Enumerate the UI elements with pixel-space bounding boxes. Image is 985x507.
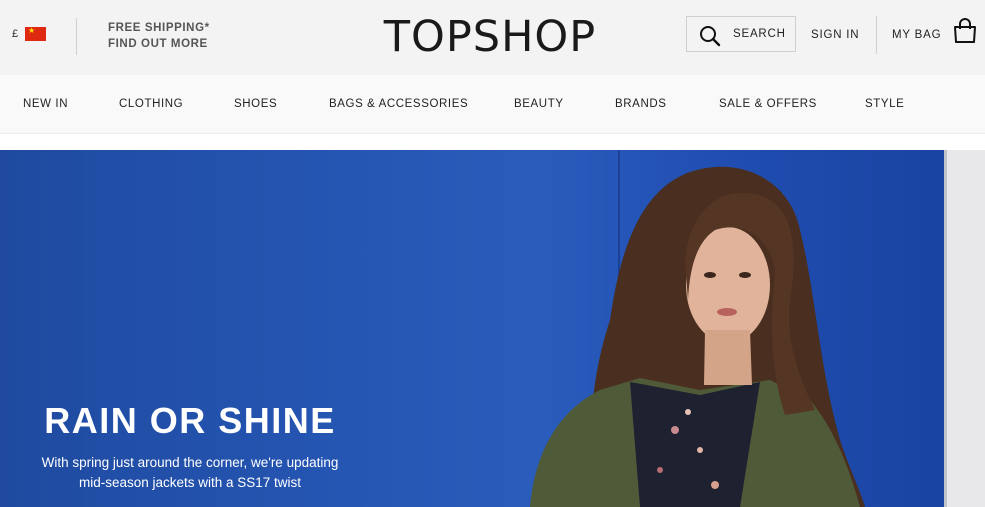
hero-banner[interactable]: RAIN OR SHINE With spring just around th…: [0, 150, 985, 507]
search-button[interactable]: SEARCH: [686, 16, 796, 52]
hero-title: RAIN OR SHINE: [44, 400, 336, 441]
search-label: SEARCH: [733, 28, 786, 40]
nav-item-beauty[interactable]: BEAUTY: [514, 98, 564, 110]
nav-item-style[interactable]: STYLE: [865, 98, 904, 110]
promo-shipping-text: FREE SHIPPING*: [108, 22, 210, 34]
nav-item-bags-accessories[interactable]: BAGS & ACCESSORIES: [329, 98, 468, 110]
main-nav: NEW IN CLOTHING SHOES BAGS & ACCESSORIES…: [0, 75, 985, 134]
my-bag-link[interactable]: MY BAG: [892, 29, 941, 41]
nav-item-shoes[interactable]: SHOES: [234, 98, 277, 110]
currency-symbol[interactable]: £: [12, 28, 18, 40]
shopping-bag-icon[interactable]: [953, 18, 977, 44]
hero-description-line1: With spring just around the corner, we'r…: [41, 455, 339, 470]
header-divider-right: [876, 16, 877, 54]
nav-item-sale-offers[interactable]: SALE & OFFERS: [719, 98, 817, 110]
nav-item-brands[interactable]: BRANDS: [615, 98, 667, 110]
sign-in-link[interactable]: SIGN IN: [811, 29, 859, 41]
hero-description: With spring just around the corner, we'r…: [0, 453, 380, 493]
site-header: £ ★ FREE SHIPPING* FIND OUT MORE TOPSHOP…: [0, 0, 985, 75]
china-flag-icon[interactable]: ★: [25, 27, 46, 41]
nav-spacer: [0, 134, 985, 150]
promo-find-out-more[interactable]: FIND OUT MORE: [108, 36, 210, 52]
search-icon: [700, 26, 721, 47]
nav-item-new-in[interactable]: NEW IN: [23, 98, 68, 110]
site-logo[interactable]: TOPSHOP: [360, 12, 620, 62]
promo-link[interactable]: FREE SHIPPING* FIND OUT MORE: [108, 20, 210, 52]
hero-description-line2: mid-season jackets with a SS17 twist: [78, 475, 302, 490]
nav-item-clothing[interactable]: CLOTHING: [119, 98, 183, 110]
header-divider: [76, 18, 77, 55]
